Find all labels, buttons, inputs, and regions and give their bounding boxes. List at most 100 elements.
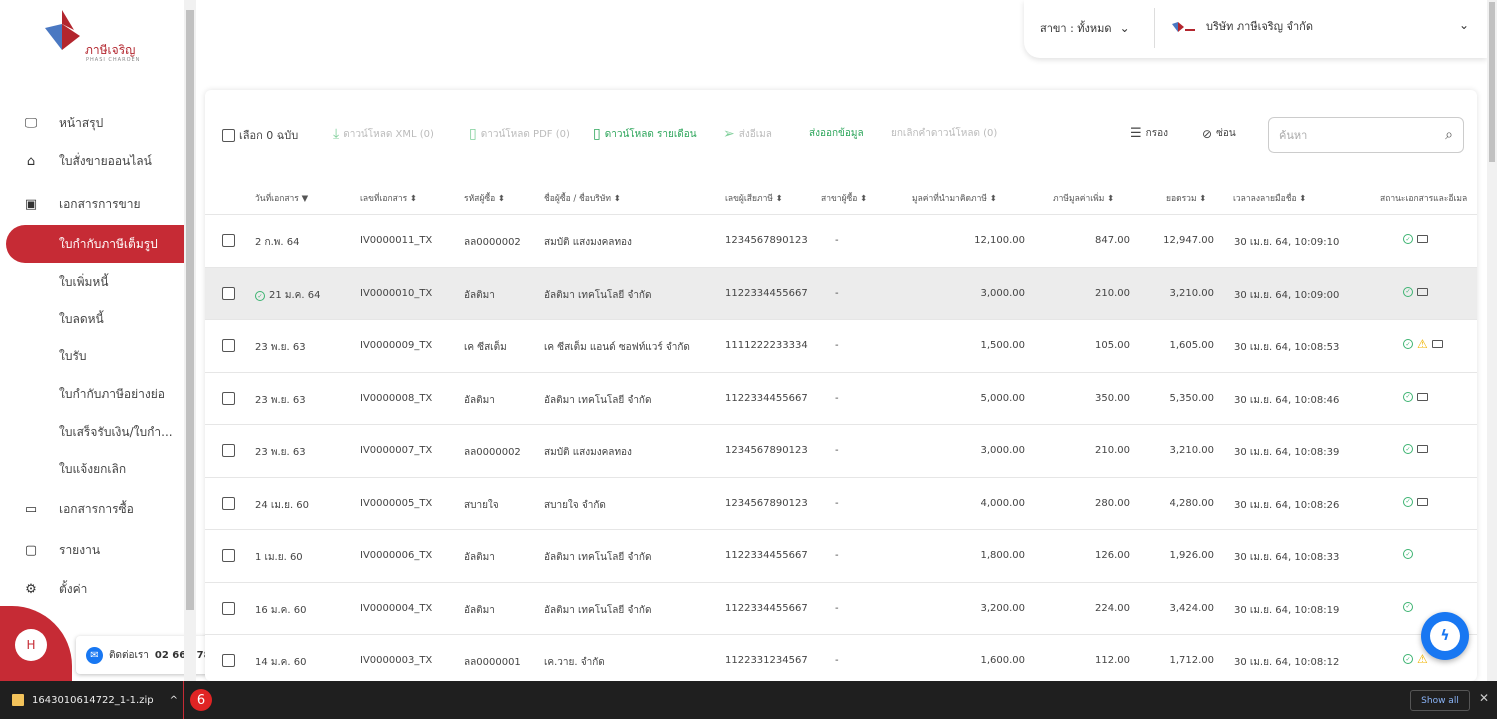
row-checkbox[interactable] — [222, 549, 235, 562]
sidebar-item-0[interactable]: 🖵 หน้าสรุป — [0, 104, 184, 142]
sidebar-item-3[interactable]: ใบกำกับภาษีเต็มรูป — [6, 225, 184, 263]
row-checkbox[interactable] — [222, 654, 235, 667]
sidebar-scrollbar[interactable] — [184, 0, 196, 681]
table-row[interactable]: 23 พ.ย. 63 IV0000007_TX ลล0000002 สมบัติ แส… — [205, 424, 1477, 477]
gear-icon: ⚙ — [25, 581, 37, 597]
sidebar-item-11[interactable]: ▢ รายงาน — [0, 531, 184, 569]
download-monthly-label: ดาวน์โหลด รายเดือน — [604, 128, 697, 140]
column-header[interactable]: สถานะเอกสารและอีเมล — [1380, 191, 1467, 205]
contact-us-chip[interactable]: ✉ ติดต่อเรา 02 663 7895 — [76, 636, 226, 674]
company-logo-icon — [1172, 22, 1195, 32]
row-checkbox[interactable] — [222, 496, 235, 510]
download-monthly-button[interactable]: ▯ ดาวน์โหลด รายเดือน — [593, 126, 697, 142]
cell-text: 1122334455667 — [725, 287, 808, 299]
check-circle-icon[interactable]: ✓ — [1403, 496, 1413, 507]
column-header[interactable]: เวลาลงลายมือชื่อ ⬍ — [1233, 191, 1306, 205]
cell-text: - — [835, 550, 839, 561]
column-header[interactable]: สาขาผู้ซื้อ ⬍ — [821, 191, 867, 205]
table-row[interactable]: ✓ 21 ม.ค. 64 IV0000010_TX อัลติมา อัลติมา เท… — [205, 266, 1477, 319]
check-circle-icon[interactable]: ✓ — [1403, 654, 1413, 664]
mail-icon[interactable] — [1431, 340, 1443, 348]
table-row[interactable]: 2 ก.พ. 64 IV0000011_TX ลล0000002 สมบัติ แสง… — [205, 214, 1477, 267]
table-row[interactable]: 24 เม.ย. 60 IV0000005_TX สบายใจ สบายใจ จำกั… — [205, 476, 1477, 530]
sidebar-item-9[interactable]: ใบแจ้งยกเลิก — [0, 450, 184, 488]
select-all-checkbox[interactable] — [222, 128, 235, 142]
column-header[interactable]: รหัสผู้ซื้อ ⬍ — [464, 191, 505, 205]
warning-icon[interactable]: ⚠ — [1417, 653, 1428, 665]
zip-file-icon — [12, 694, 24, 706]
page-scrollbar[interactable] — [1487, 0, 1497, 681]
row-checkbox[interactable] — [222, 601, 235, 615]
sidebar-item-10[interactable]: ▭ เอกสารการซื้อ — [0, 490, 184, 528]
folder-icon: ▭ — [24, 501, 38, 517]
cancel-download-button[interactable]: ยกเลิกคำดาวน์โหลด (0) — [891, 126, 997, 141]
check-circle-icon[interactable]: ✓ — [1403, 234, 1413, 244]
check-circle-icon[interactable]: ✓ — [1403, 391, 1413, 402]
check-circle-icon[interactable]: ✓ — [1403, 339, 1413, 349]
table-row[interactable]: 16 ม.ค. 60 IV0000004_TX อัลติมา อัลติมา เทค… — [205, 581, 1477, 635]
close-icon[interactable]: ✕ — [1479, 691, 1489, 705]
filter-button[interactable]: ☰ กรอง — [1130, 126, 1168, 141]
table-row[interactable]: 23 พ.ย. 63 IV0000009_TX เค ซีสเต็ม เค ซีสเต… — [205, 319, 1477, 372]
sidebar-item-6[interactable]: ใบรับ — [0, 337, 184, 375]
row-checkbox[interactable] — [222, 444, 235, 457]
show-all-button[interactable]: Show all — [1410, 690, 1470, 711]
search-input[interactable]: ค้นหา ⌕ — [1268, 117, 1464, 153]
table-row[interactable]: 23 พ.ย. 63 IV0000008_TX อัลติมา อัลติมา เทค… — [205, 371, 1477, 425]
user-avatar[interactable]: H — [0, 606, 72, 681]
cell-vat: 280.00 — [1095, 497, 1130, 509]
mail-icon[interactable] — [1417, 392, 1428, 401]
cell-text: ลล0000002 — [464, 237, 521, 248]
download-xml-button[interactable]: ⤓ ดาวน์โหลด XML (0) — [333, 126, 434, 142]
cell-vat: 350.00 — [1095, 392, 1130, 404]
company-selector[interactable]: บริษัท ภาษีเจริญ จำกัด — [1170, 17, 1313, 35]
chevron-up-icon[interactable]: ^ — [170, 695, 178, 706]
mail-icon[interactable] — [1417, 497, 1428, 506]
select-all[interactable]: เลือก 0 ฉบับ — [222, 126, 298, 144]
sidebar-item-label: เอกสารการซื้อ — [59, 501, 134, 516]
warning-icon[interactable]: ⚠ — [1417, 338, 1428, 350]
column-header[interactable]: มูลค่าที่นำมาคิดภาษี ⬍ — [912, 191, 997, 205]
sidebar-item-12[interactable]: ⚙ ตั้งค่า — [0, 570, 184, 608]
mail-icon[interactable] — [1417, 287, 1428, 296]
sidebar-item-1[interactable]: ⌂ ใบสั่งขายออนไลน์ — [0, 142, 184, 180]
logo-subtext: PHASI CHAROEN — [86, 57, 141, 63]
table-row[interactable]: 14 ม.ค. 60 IV0000003_TX ลล0000001 เค.วาย. จ… — [205, 634, 1477, 681]
download-pdf-button[interactable]: ▯ ดาวน์โหลด PDF (0) — [469, 126, 570, 142]
mail-icon[interactable] — [1417, 235, 1428, 243]
download-item[interactable]: 1643010614722_1-1.zip ^ — [0, 681, 184, 719]
avatar-initial[interactable]: H — [15, 629, 47, 661]
row-checkbox[interactable] — [222, 234, 235, 247]
table-row[interactable]: 1 เม.ย. 60 IV0000006_TX อัลติมา อัลติมา เทค… — [205, 529, 1477, 582]
company-logo[interactable]: ภาษีเจริญ PHASI CHAROEN — [40, 10, 150, 66]
sidebar-item-8[interactable]: ใบเสร็จรับเงิน/ใบกำ... — [0, 413, 184, 451]
column-header[interactable]: ยอดรวม ⬍ — [1166, 191, 1206, 205]
sidebar-item-7[interactable]: ใบกำกับภาษีอย่างย่อ — [0, 375, 184, 413]
branch-selector[interactable]: สาขา : ทั้งหมด ⌄ — [1040, 19, 1130, 37]
column-header[interactable]: เลขที่เอกสาร ⬍ — [360, 191, 417, 205]
column-header[interactable]: ภาษีมูลค่าเพิ่ม ⬍ — [1053, 191, 1114, 205]
cell-text: 21 ม.ค. 64 — [269, 289, 321, 301]
sidebar-item-4[interactable]: ใบเพิ่มหนี้ — [0, 263, 184, 301]
search-icon[interactable]: ⌕ — [1445, 127, 1453, 143]
mail-icon[interactable] — [1417, 445, 1428, 453]
column-header[interactable]: ชื่อผู้ซื้อ / ชื่อบริษัท ⬍ — [544, 191, 621, 205]
sidebar-item-5[interactable]: ใบลดหนี้ — [0, 300, 184, 338]
check-circle-icon[interactable]: ✓ — [1403, 549, 1413, 559]
messenger-chat-button[interactable]: ϟ — [1421, 612, 1469, 660]
check-circle-icon[interactable]: ✓ — [1403, 286, 1413, 297]
row-checkbox[interactable] — [222, 339, 235, 352]
column-header[interactable]: เลขผู้เสียภาษี ⬍ — [725, 191, 783, 205]
sidebar-item-2[interactable]: ▣ เอกสารการขาย — [0, 185, 184, 223]
send-email-label: ส่งอีเมล — [738, 128, 772, 140]
column-header[interactable]: วันที่เอกสาร ▼ — [255, 191, 308, 205]
row-checkbox[interactable] — [222, 286, 235, 300]
cell-buyer_name: อัลติมา เทคโนโลยี จำกัด — [544, 550, 651, 565]
check-circle-icon[interactable]: ✓ — [1403, 444, 1413, 454]
export-button[interactable]: ส่งออกข้อมูล — [809, 126, 864, 141]
send-email-button[interactable]: ➢ ส่งอีเมล — [723, 126, 772, 142]
hide-columns-button[interactable]: ⊘ ซ่อน — [1202, 126, 1236, 141]
check-circle-icon[interactable]: ✓ — [1403, 601, 1413, 612]
row-checkbox[interactable] — [222, 391, 235, 405]
chevron-down-icon[interactable]: ⌄ — [1459, 18, 1469, 32]
